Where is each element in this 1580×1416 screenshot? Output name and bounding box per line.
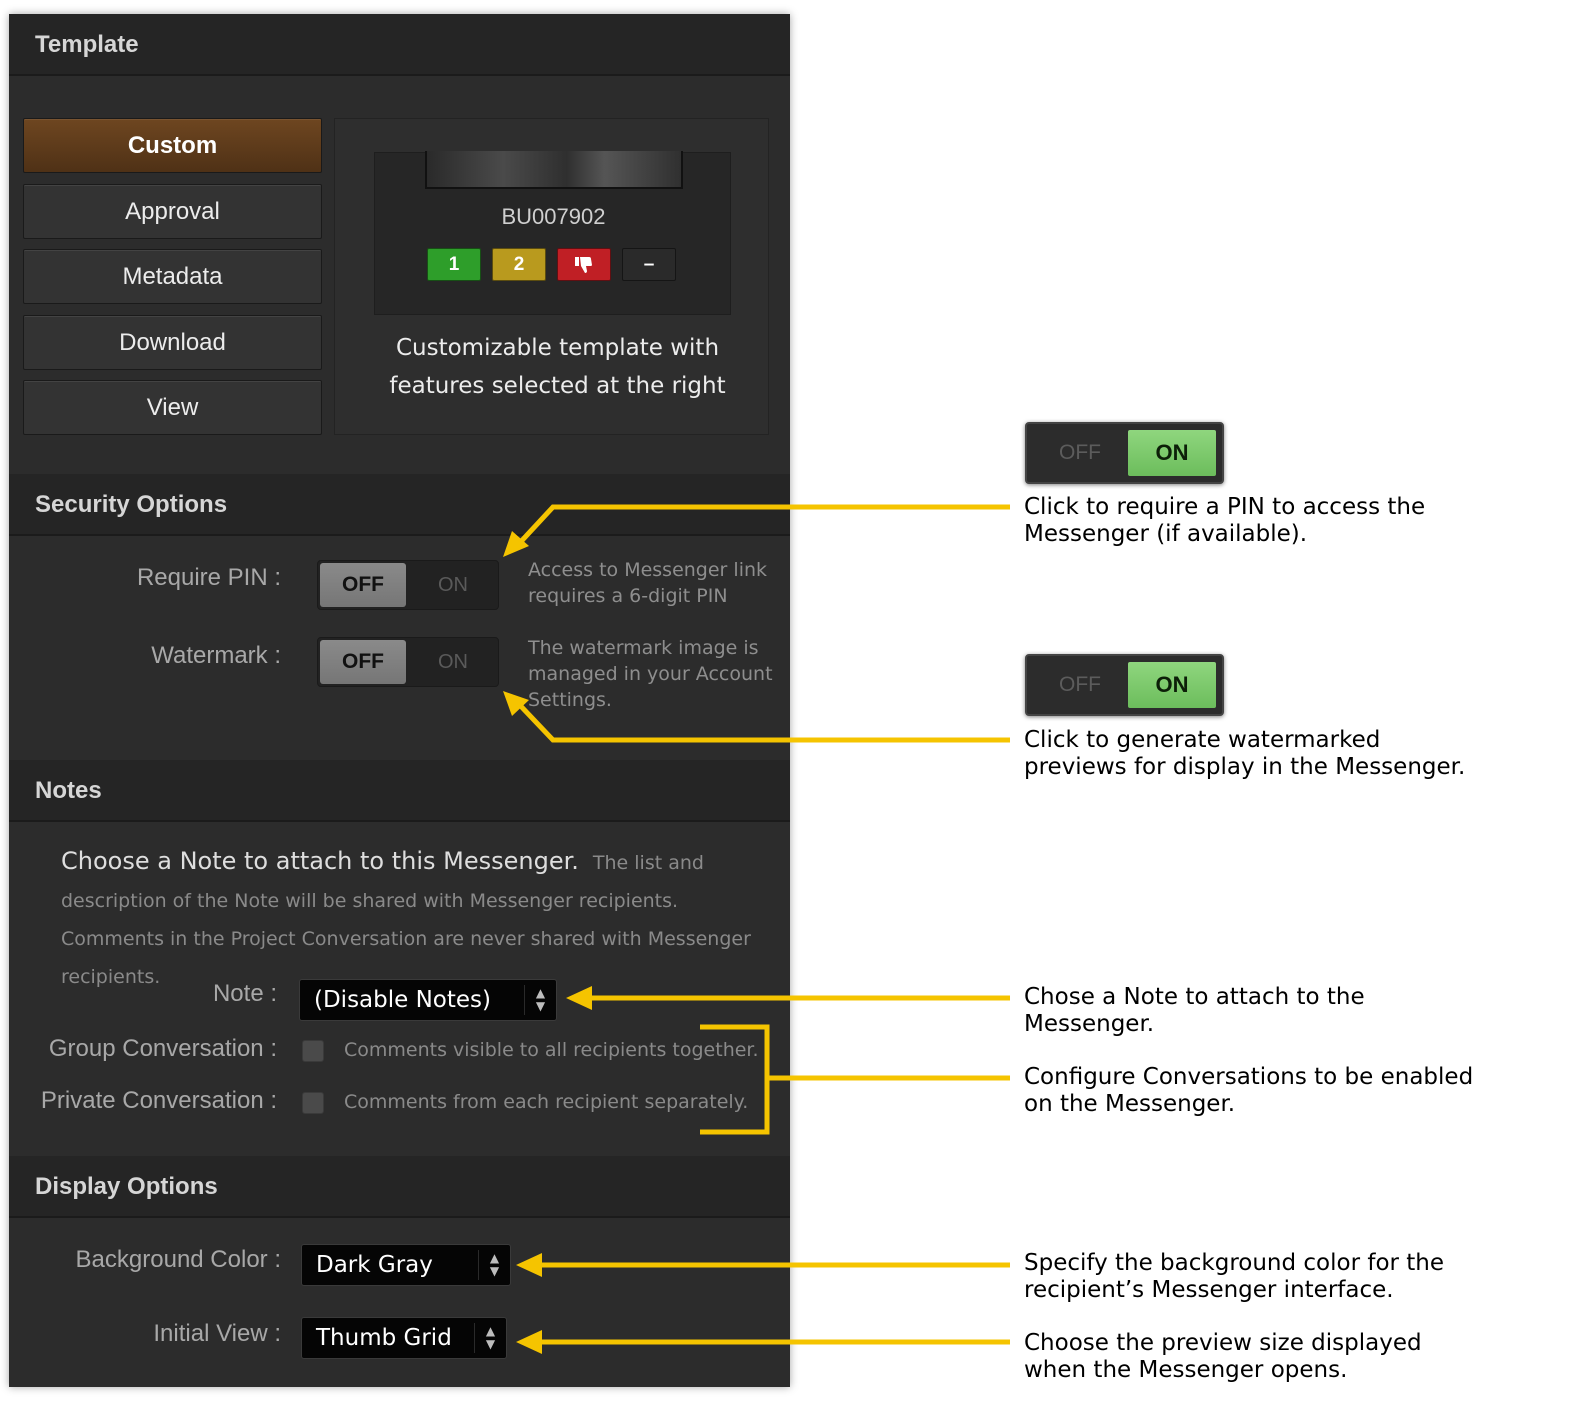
example-on: ON bbox=[1128, 662, 1216, 708]
pin-annotation: Click to require a PIN to access the Mes… bbox=[1024, 494, 1564, 548]
pin-arrow bbox=[513, 504, 1010, 550]
example-off: OFF bbox=[1059, 673, 1101, 696]
annotation-line: Specify the background color for the bbox=[1024, 1250, 1445, 1276]
annotation-line: when the Messenger opens. bbox=[1024, 1357, 1348, 1383]
background-annotation: Specify the background color for the rec… bbox=[1024, 1250, 1564, 1304]
annotation-line: Click to require a PIN to access the bbox=[1024, 494, 1426, 520]
annotation-line: Messenger. bbox=[1024, 1011, 1155, 1037]
annotation-line: Choose the preview size displayed bbox=[1024, 1330, 1422, 1356]
annotation-line: Click to generate watermarked bbox=[1024, 727, 1381, 753]
background-arrowhead bbox=[516, 1253, 542, 1277]
example-off: OFF bbox=[1059, 441, 1101, 464]
annotation-line: on the Messenger. bbox=[1024, 1091, 1236, 1117]
conversation-bracket bbox=[700, 1024, 770, 1135]
annotation-line: previews for display in the Messenger. bbox=[1024, 754, 1466, 780]
annotation-arrows bbox=[503, 504, 1010, 1354]
watermark-arrow bbox=[513, 698, 1010, 743]
watermark-toggle-on-example: OFF ON bbox=[1025, 654, 1224, 716]
conversation-annotation: Configure Conversations to be enabled on… bbox=[1024, 1064, 1564, 1118]
annotation-line: Messenger (if available). bbox=[1024, 521, 1308, 547]
note-arrowhead bbox=[566, 986, 592, 1010]
initial-view-arrowhead bbox=[516, 1330, 542, 1354]
annotation-line: Chose a Note to attach to the bbox=[1024, 984, 1365, 1010]
annotation-line: Configure Conversations to be enabled bbox=[1024, 1064, 1474, 1090]
watermark-annotation: Click to generate watermarked previews f… bbox=[1024, 727, 1564, 781]
example-on: ON bbox=[1128, 430, 1216, 476]
pin-toggle-on-example: OFF ON bbox=[1025, 422, 1224, 484]
annotation-line: recipient’s Messenger interface. bbox=[1024, 1277, 1394, 1303]
initial-view-annotation: Choose the preview size displayed when t… bbox=[1024, 1330, 1564, 1384]
note-annotation: Chose a Note to attach to the Messenger. bbox=[1024, 984, 1564, 1038]
